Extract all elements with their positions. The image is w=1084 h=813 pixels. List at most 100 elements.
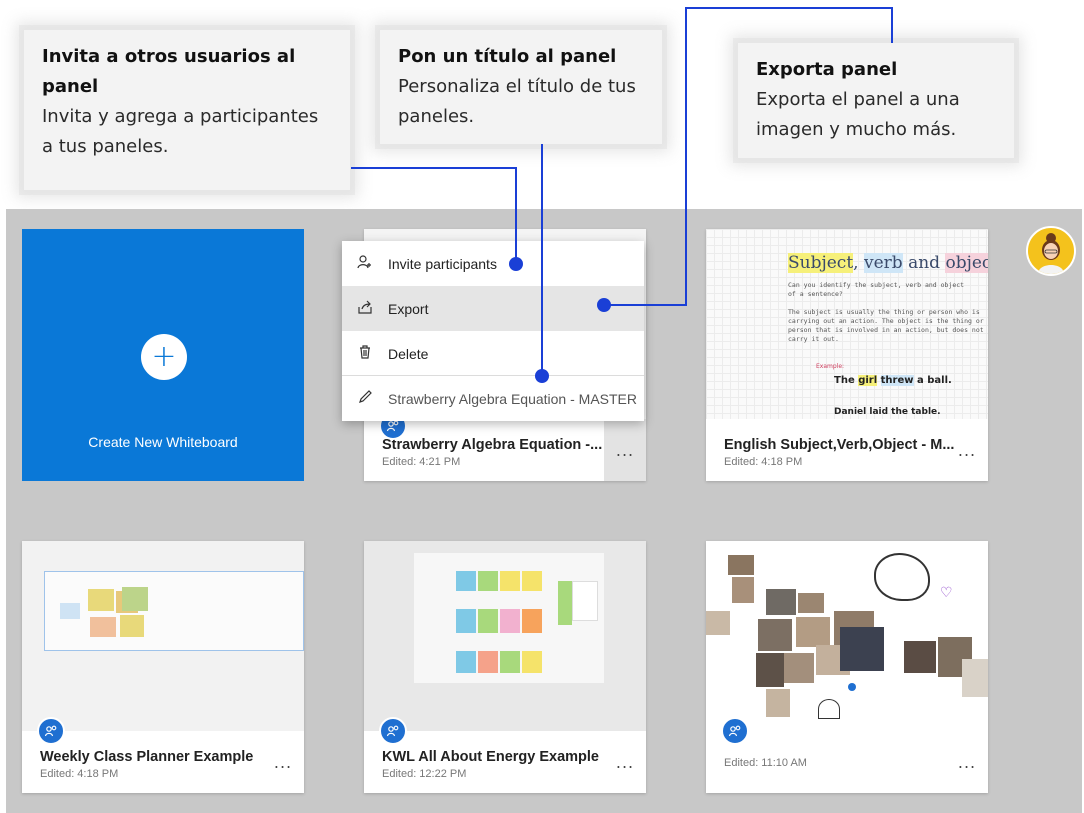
sticky-note [478, 651, 498, 673]
photo [706, 611, 730, 635]
callout-export-title: Exporta panel [756, 59, 898, 80]
sticky-note [558, 581, 572, 625]
sticky-note [456, 609, 476, 633]
create-new-whiteboard-label: Create New Whiteboard [88, 434, 238, 450]
menu-item-export[interactable]: Export [342, 286, 644, 331]
more-options-button[interactable]: ... [946, 419, 988, 481]
english-example-2: Daniel laid the table. [834, 407, 941, 417]
photo [796, 617, 830, 647]
callout-invite-title: Invita a otros usuarios al panel [42, 46, 296, 97]
sticky-note [500, 609, 520, 633]
sticky-note [456, 571, 476, 591]
person-add-icon [342, 254, 388, 274]
card-edited-time: Edited: 11:10 AM [724, 757, 807, 769]
polar-bear-drawing [874, 553, 930, 601]
ex-threw: threw [880, 375, 914, 386]
photo [766, 589, 796, 615]
callout-export-desc: Exporta el panel a una imagen y mucho má… [756, 89, 960, 140]
photo [756, 653, 784, 687]
whiteboard-card-kwl[interactable]: KWL All About Energy Example Edited: 12:… [364, 541, 646, 793]
english-example-sentence: The girl threw a ball. [834, 375, 952, 386]
verb-word: verb [863, 253, 903, 273]
english-line: person that is involved in an action, bu… [788, 326, 984, 334]
planner-frame [44, 571, 304, 651]
photo [728, 555, 754, 575]
english-line: of a sentence? [788, 290, 843, 298]
house-doodle [818, 699, 840, 719]
sticky-note [572, 581, 598, 621]
whiteboard-thumbnail [364, 541, 646, 731]
comma: , [853, 253, 859, 273]
pencil-icon [342, 389, 388, 409]
context-menu: Invite participants Export Delete Strawb… [342, 241, 644, 421]
callout-title-title: Pon un título al panel [398, 46, 617, 67]
sticky-note [478, 571, 498, 591]
photo [758, 619, 792, 651]
photo [840, 627, 884, 671]
rename-whiteboard-field[interactable]: Strawberry Algebra Equation - MASTER [342, 376, 644, 421]
sticky-note [500, 571, 520, 591]
share-icon [342, 299, 388, 319]
sticky-note [88, 589, 114, 611]
english-text: Can you identify the subject, verb and o… [788, 281, 984, 344]
card-title: English Subject,Verb,Object - M... [724, 437, 955, 453]
card-edited-time: Edited: 4:18 PM [724, 456, 803, 468]
english-heading: Subject, verb and object [788, 253, 988, 273]
more-options-button[interactable]: ... [946, 731, 988, 793]
create-new-whiteboard-button[interactable]: + Create New Whiteboard [22, 229, 304, 481]
english-line: carrying out an action. The object is th… [788, 317, 984, 325]
blue-dot [848, 683, 856, 691]
heart-doodle: ♡ [940, 585, 953, 601]
callout-title: Pon un título al panel Personaliza el tí… [380, 30, 662, 144]
menu-item-delete-label: Delete [388, 345, 429, 362]
english-line: carry it out. [788, 335, 839, 343]
card-title: Weekly Class Planner Example [40, 749, 254, 765]
callout-invite: Invita a otros usuarios al panel Invita … [24, 30, 350, 190]
whiteboard-thumbnail [22, 541, 304, 731]
sticky-note [522, 651, 542, 673]
card-title: Strawberry Algebra Equation -... [382, 437, 603, 453]
user-avatar[interactable] [1026, 226, 1076, 276]
more-options-button[interactable]: ... [604, 419, 646, 481]
callout-export: Exporta panel Exporta el panel a una ima… [738, 43, 1014, 158]
rename-whiteboard-label: Strawberry Algebra Equation - MASTER [388, 390, 637, 407]
photo [784, 653, 814, 683]
card-edited-time: Edited: 12:22 PM [382, 768, 467, 780]
menu-item-delete[interactable]: Delete [342, 331, 644, 376]
callout-invite-desc: Invita y agrega a participantes a tus pa… [42, 106, 319, 157]
sticky-note [478, 609, 498, 633]
card-edited-time: Edited: 4:18 PM [40, 768, 119, 780]
english-line: Can you identify the subject, verb and o… [788, 281, 965, 289]
card-footer: Edited: 11:10 AM ... [706, 731, 988, 793]
photo [962, 659, 988, 697]
whiteboard-thumbnail: Subject, verb and object Can you identif… [706, 229, 988, 419]
sticky-note [122, 587, 148, 611]
trash-icon [342, 344, 388, 364]
participants-icon [721, 717, 749, 745]
ex-the: The [834, 375, 855, 386]
sticky-note [60, 603, 80, 619]
and-word: and [908, 253, 941, 273]
menu-item-invite[interactable]: Invite participants [342, 241, 644, 286]
english-example-label: Example: [816, 363, 845, 370]
more-options-button[interactable]: ... [262, 731, 304, 793]
participants-icon [37, 717, 65, 745]
card-footer: KWL All About Energy Example Edited: 12:… [364, 731, 646, 793]
sticky-note [500, 651, 520, 673]
card-title: KWL All About Energy Example [382, 749, 599, 765]
sticky-note [456, 651, 476, 673]
object-word: object [945, 253, 988, 273]
whiteboard-card-english[interactable]: Subject, verb and object Can you identif… [706, 229, 988, 481]
callout-title-desc: Personaliza el título de tus paneles. [398, 76, 636, 127]
whiteboard-card-weekly[interactable]: Weekly Class Planner Example Edited: 4:1… [22, 541, 304, 793]
menu-item-invite-label: Invite participants [388, 255, 497, 272]
whiteboard-thumbnail: ♡ [706, 541, 988, 731]
ex-aball: a ball. [917, 375, 952, 386]
plus-icon: + [141, 334, 187, 380]
whiteboard-card-photos[interactable]: ♡ Edited: 11:10 AM ... [706, 541, 988, 793]
english-line: The subject is usually the thing or pers… [788, 308, 980, 316]
more-options-button[interactable]: ... [604, 731, 646, 793]
sticky-note [522, 571, 542, 591]
photo [732, 577, 754, 603]
menu-item-export-label: Export [388, 300, 429, 317]
